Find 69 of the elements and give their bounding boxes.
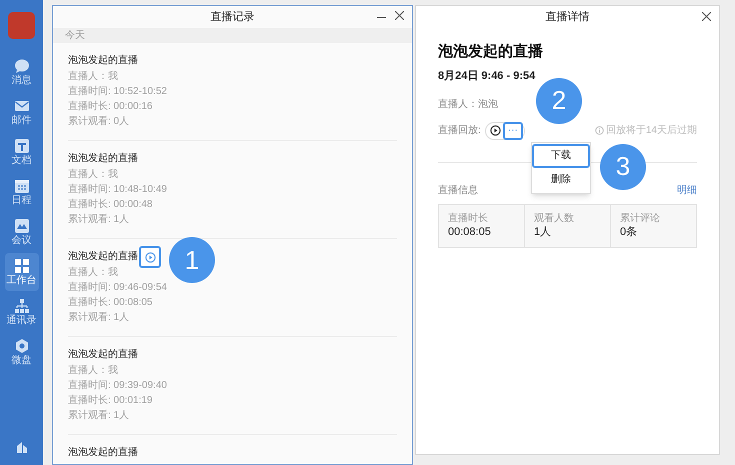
record-detail: 直播人：我	[68, 365, 119, 377]
sidebar-item[interactable]: 微盘	[4, 333, 38, 371]
drive-icon	[14, 338, 30, 354]
window-title: 直播详情	[546, 10, 590, 25]
record-detail: 直播时长: 00:00:16	[68, 101, 154, 113]
record-detail: 直播时长: 00:08:05	[68, 297, 154, 309]
sidebar-item[interactable]: 消息	[4, 53, 38, 91]
record-detail: 累计观看: 1人	[68, 214, 130, 226]
replay-label: 直播回放:	[438, 124, 481, 138]
record-row[interactable]: 泡泡发起的直播	[68, 435, 397, 465]
record-detail: 累计观看: 1人	[68, 410, 130, 422]
stat-value: 00:08:05	[448, 224, 492, 240]
record-title[interactable]: 泡泡发起的直播	[68, 250, 138, 264]
record-row[interactable]: 泡泡发起的直播 直播人：我 直播时间: 09:39-09:40 直播时长: 00:01:19 累计观看: 1人	[68, 337, 397, 435]
record-detail: 累计观看: 0人	[68, 116, 130, 128]
play-icon	[144, 252, 156, 262]
sidebar-item[interactable]: 邮件	[4, 93, 38, 131]
details-link[interactable]: 明细	[677, 182, 697, 198]
record-title[interactable]: 泡泡发起的直播	[68, 446, 138, 460]
detail-heading: 泡泡发起的直播	[438, 42, 544, 62]
record-detail: 直播时间: 09:46-09:54	[68, 282, 168, 294]
step-number-badge: 3	[600, 144, 646, 190]
play-button[interactable]	[139, 246, 161, 268]
grid-icon	[14, 258, 30, 274]
record-title[interactable]: 泡泡发起的直播	[68, 54, 138, 68]
record-title[interactable]: 泡泡发起的直播	[68, 348, 138, 362]
expiry-note: 回放将于14天后过期	[606, 124, 697, 138]
close-icon[interactable]	[702, 12, 711, 21]
record-detail: 直播时间: 10:48-10:49	[68, 184, 168, 196]
record-detail: 直播时长: 00:00:48	[68, 199, 154, 211]
record-row[interactable]: 泡泡发起的直播 直播人：我 直播时间: 10:52-10:52 直播时长: 00:00:16 累计观看: 0人	[68, 43, 397, 141]
sidebar-item[interactable]: 日程	[4, 173, 38, 211]
record-detail: 直播人：我	[68, 71, 119, 83]
window-title: 直播记录	[210, 10, 254, 25]
stat-label: 观看人数	[534, 212, 575, 224]
chat-bubble-icon	[14, 58, 30, 74]
mail-icon	[14, 98, 30, 114]
record-title[interactable]: 泡泡发起的直播	[68, 152, 138, 166]
record-detail: 累计观看: 1人	[68, 312, 130, 324]
calendar-icon	[14, 178, 30, 194]
detail-date: 8月24日 9:46 - 9:54	[438, 69, 536, 84]
document-icon	[14, 138, 30, 154]
host-text: 直播人：泡泡	[438, 98, 498, 112]
record-detail: 直播人：我	[68, 267, 119, 279]
sidebar-item[interactable]: 文档	[4, 133, 38, 171]
meeting-icon	[14, 218, 30, 234]
menu-item[interactable]: 下载	[532, 144, 590, 168]
org-chart-icon	[14, 298, 30, 314]
step-number-badge: 2	[536, 78, 582, 124]
menu-item[interactable]: 删除	[532, 168, 590, 192]
record-detail: 直播时长: 00:01:19	[68, 395, 154, 407]
record-detail: 直播人：我	[68, 169, 119, 181]
bars-icon[interactable]	[16, 441, 28, 453]
section-header: 今天	[53, 28, 412, 43]
step-number-badge: 1	[169, 237, 215, 283]
sidebar-item[interactable]: 会议	[4, 213, 38, 251]
sidebar-item[interactable]: 通讯录	[4, 293, 38, 331]
record-detail: 直播时间: 09:39-09:40	[68, 380, 168, 392]
info-icon	[594, 126, 604, 135]
stat-label: 直播时长	[448, 212, 489, 224]
stat-value: 1人	[534, 224, 552, 240]
stat-label: 累计评论	[620, 212, 661, 224]
avatar-placeholder	[8, 12, 35, 39]
close-icon[interactable]	[395, 11, 404, 20]
stat-value: 0条	[620, 224, 638, 240]
sidebar-item[interactable]: 工作台	[4, 253, 38, 291]
play-icon	[490, 125, 501, 136]
section-label: 直播信息	[438, 184, 478, 198]
record-detail: 直播时间: 10:52-10:52	[68, 86, 168, 98]
